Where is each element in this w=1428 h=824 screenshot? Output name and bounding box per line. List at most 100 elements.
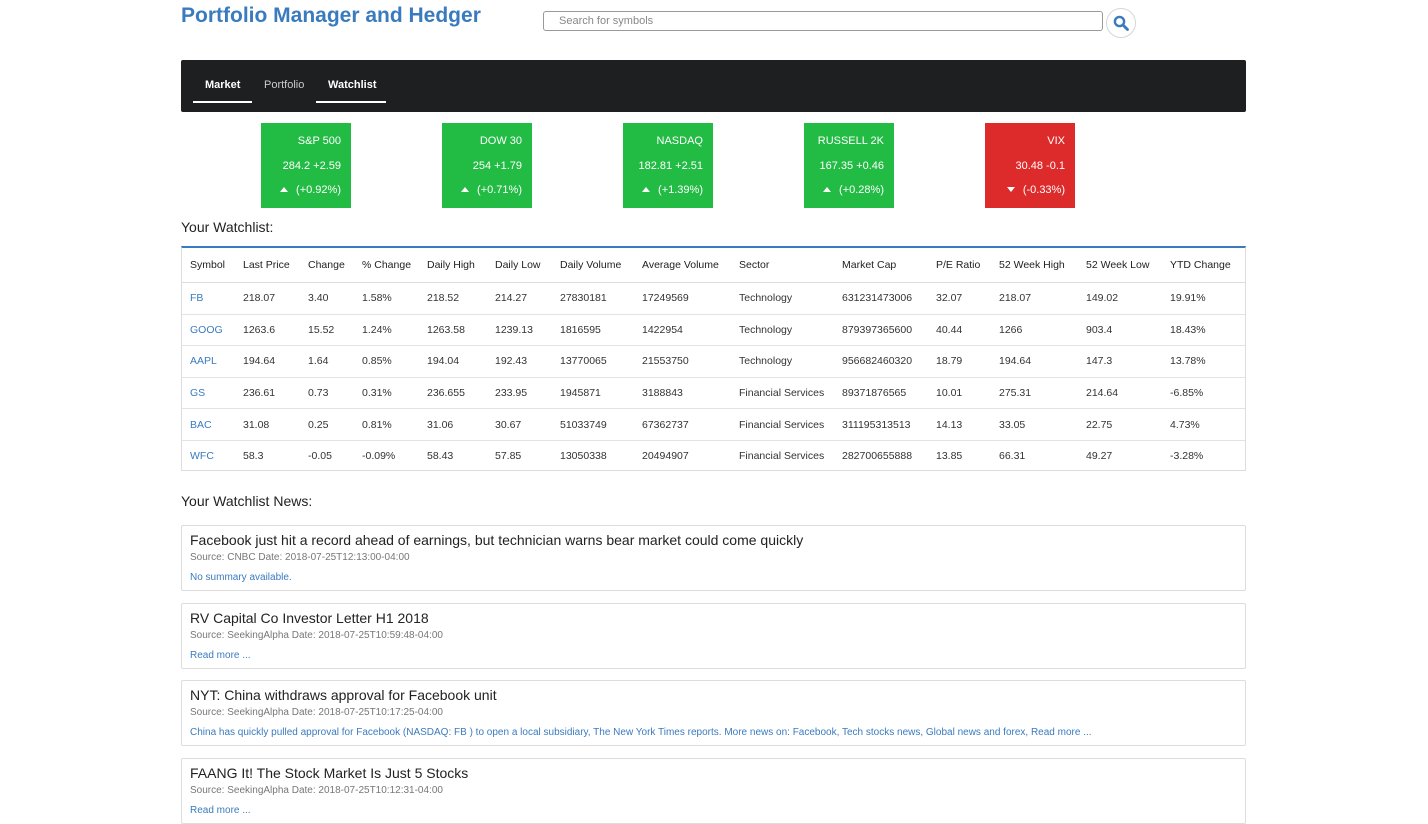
table-cell: 1945871 xyxy=(552,377,634,410)
table-cell: -0.09% xyxy=(362,450,396,463)
watchlist-heading: Your Watchlist: xyxy=(181,219,274,235)
navbar: Market Portfolio Watchlist xyxy=(181,60,1246,112)
search-button[interactable] xyxy=(1106,8,1136,38)
index-pct-row: (+0.92%) xyxy=(280,184,341,196)
table-cell: 58.3 xyxy=(243,450,264,463)
index-name: S&P 500 xyxy=(297,135,341,147)
column-header[interactable]: 52 Week High xyxy=(991,248,1078,283)
table-cell: 1422954 xyxy=(634,314,731,347)
table-cell: 1.64 xyxy=(300,345,354,378)
table-row[interactable]: GS 236.61 0.73 0.31% 236.655 233.95 1945871 318… xyxy=(182,377,1245,410)
column-header[interactable]: P/E Ratio xyxy=(928,248,991,283)
column-header[interactable]: Sector xyxy=(731,248,834,283)
table-cell: 66.31 xyxy=(999,450,1026,463)
tab-watchlist[interactable]: Watchlist xyxy=(328,79,377,101)
index-value: 30.48 -0.1 xyxy=(1015,160,1065,172)
news-title[interactable]: RV Capital Co Investor Letter H1 2018 xyxy=(190,610,429,626)
column-header[interactable]: Daily High xyxy=(419,248,487,283)
table-row[interactable]: GOOG 1263.6 15.52 1.24% 1263.58 1239.13 181659… xyxy=(182,314,1245,347)
table-cell: 147.3 xyxy=(1078,345,1162,378)
table-cell: 0.81% xyxy=(354,408,419,441)
symbol-link[interactable]: AAPL xyxy=(182,345,235,378)
news-summary-link[interactable]: China has quickly pulled approval for Fa… xyxy=(190,727,1092,738)
table-cell: -0.05 xyxy=(308,450,332,463)
symbol-link[interactable]: GOOG xyxy=(182,314,235,347)
index-name: VIX xyxy=(1047,135,1065,147)
tab-watchlist-underline xyxy=(316,101,386,103)
column-header[interactable]: YTD Change xyxy=(1162,248,1245,283)
table-cell: 33.05 xyxy=(991,408,1078,441)
table-cell: 194.64 xyxy=(991,345,1078,378)
column-header[interactable]: Change xyxy=(300,248,354,283)
table-cell: 0.73 xyxy=(300,377,354,410)
news-title[interactable]: NYT: China withdraws approval for Facebo… xyxy=(190,687,497,703)
index-card-vix[interactable]: VIX 30.48 -0.1 (-0.33%) xyxy=(985,123,1075,208)
index-card-nasdaq[interactable]: NASDAQ 182.81 +2.51 (+1.39%) xyxy=(623,123,713,208)
tab-market[interactable]: Market xyxy=(205,79,240,101)
column-header[interactable]: Symbol xyxy=(182,248,235,283)
table-cell: 22.75 xyxy=(1078,408,1162,441)
table-cell: 236.655 xyxy=(419,377,487,410)
news-title[interactable]: FAANG It! The Stock Market Is Just 5 Sto… xyxy=(190,765,468,781)
table-cell: 17249569 xyxy=(634,282,731,315)
table-cell: Financial Services xyxy=(739,450,825,463)
table-cell: 233.95 xyxy=(487,377,552,410)
table-row[interactable]: WFC 58.3 -0.05 -0.09% 58.43 57.85 13050338 2049… xyxy=(182,440,1245,471)
table-cell: 149.02 xyxy=(1078,282,1162,315)
symbol-link[interactable]: WFC xyxy=(182,440,235,471)
index-card-russell2k[interactable]: RUSSELL 2K 167.35 +0.46 (+0.28%) xyxy=(804,123,894,208)
table-cell: 31.06 xyxy=(419,408,487,441)
arrow-up-icon xyxy=(280,187,289,192)
table-cell: 30.67 xyxy=(487,408,552,441)
news-summary-link[interactable]: Read more ... xyxy=(190,650,251,661)
table-cell: 0.85% xyxy=(354,345,419,378)
table-cell: 631231473006 xyxy=(834,282,928,315)
table-cell: 218.07 xyxy=(991,282,1078,315)
symbol-link[interactable]: FB xyxy=(182,282,235,315)
column-header[interactable]: 52 Week Low xyxy=(1078,248,1162,283)
table-cell: 20494907 xyxy=(642,450,689,463)
column-header[interactable]: % Change xyxy=(354,248,419,283)
news-meta: Source: SeekingAlpha Date: 2018-07-25T10… xyxy=(190,785,443,796)
table-row[interactable]: FB 218.07 3.40 1.58% 218.52 214.27 27830181 172… xyxy=(182,282,1245,315)
index-pct-row: (-0.33%) xyxy=(1006,184,1065,196)
table-cell: 1266 xyxy=(991,314,1078,347)
table-cell: 4.73% xyxy=(1162,408,1245,441)
symbol-link[interactable]: BAC xyxy=(182,408,235,441)
table-cell: 0.31% xyxy=(354,377,419,410)
column-header[interactable]: Daily Volume xyxy=(552,248,634,283)
table-header-row: Symbol Last Price Change % Change Daily … xyxy=(182,248,1245,283)
watchlist-table: Symbol Last Price Change % Change Daily … xyxy=(181,246,1246,471)
news-summary-link[interactable]: Read more ... xyxy=(190,805,251,816)
column-header[interactable]: Daily Low xyxy=(487,248,552,283)
symbol-link[interactable]: GS xyxy=(182,377,235,410)
table-row[interactable]: AAPL 194.64 1.64 0.85% 194.04 192.43 13770065 2… xyxy=(182,345,1245,378)
table-cell: -3.28% xyxy=(1170,450,1204,463)
index-card-dow30[interactable]: DOW 30 254 +1.79 (+0.71%) xyxy=(442,123,532,208)
table-cell: 1.24% xyxy=(354,314,419,347)
tab-portfolio[interactable]: Portfolio xyxy=(264,79,304,101)
table-cell: 879397365600 xyxy=(834,314,928,347)
column-header[interactable]: Market Cap xyxy=(834,248,928,283)
search-input[interactable] xyxy=(543,11,1103,31)
column-header[interactable]: Last Price xyxy=(235,248,300,283)
arrow-down-icon xyxy=(1006,187,1015,192)
column-header[interactable]: Average Volume xyxy=(634,248,731,283)
tab-market-underline xyxy=(193,101,252,103)
table-cell: 13.78% xyxy=(1162,345,1245,378)
arrow-up-icon xyxy=(642,187,651,192)
table-cell: 0.25 xyxy=(300,408,354,441)
table-cell: 218.52 xyxy=(419,282,487,315)
index-pct: (-0.33%) xyxy=(1022,184,1065,196)
index-value: 182.81 +2.51 xyxy=(638,160,703,172)
news-summary: No summary available. xyxy=(190,572,292,583)
table-cell: 10.01 xyxy=(928,377,991,410)
table-cell: 311195313513 xyxy=(834,408,928,441)
table-cell: 282700655888 xyxy=(842,450,913,463)
table-row[interactable]: BAC 31.08 0.25 0.81% 31.06 30.67 51033749 67362… xyxy=(182,408,1245,441)
news-title[interactable]: Facebook just hit a record ahead of earn… xyxy=(190,532,803,548)
news-meta: Source: SeekingAlpha Date: 2018-07-25T10… xyxy=(190,707,443,718)
table-cell: 15.52 xyxy=(300,314,354,347)
arrow-up-icon xyxy=(461,187,470,192)
index-card-sp500[interactable]: S&P 500 284.2 +2.59 (+0.92%) xyxy=(261,123,351,208)
